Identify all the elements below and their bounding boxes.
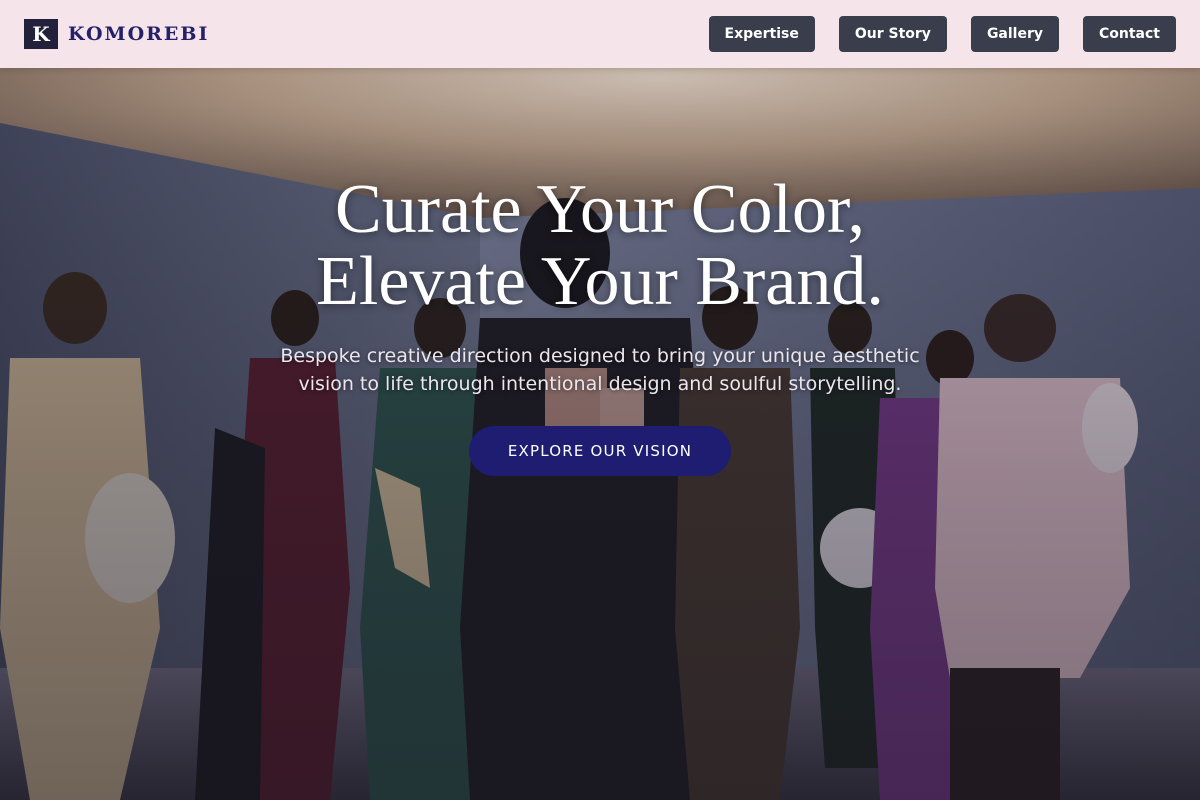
page: K KOMOREBI Expertise Our Story Gallery C… [0, 0, 1200, 800]
hero-subtitle: Bespoke creative direction designed to b… [280, 345, 920, 395]
brand-name: KOMOREBI [68, 23, 210, 45]
hero-headline: Curate Your Color, Elevate Your Brand. [0, 174, 1200, 318]
hero-headline-line-1: Curate Your Color, [335, 171, 865, 248]
brand-mark: K [24, 19, 58, 49]
nav-links: Expertise Our Story Gallery Contact [708, 16, 1176, 52]
brand-logo-link[interactable]: K KOMOREBI [24, 19, 209, 49]
hero-content: Curate Your Color, Elevate Your Brand. B… [0, 174, 1200, 476]
nav-our-story-button[interactable]: Our Story [838, 16, 947, 52]
nav-contact-button[interactable]: Contact [1083, 16, 1176, 52]
nav-gallery-button[interactable]: Gallery [970, 16, 1059, 52]
hero-headline-line-2: Elevate Your Brand. [316, 243, 884, 320]
top-navbar: K KOMOREBI Expertise Our Story Gallery C… [0, 0, 1200, 68]
explore-vision-button[interactable]: EXPLORE OUR VISION [469, 426, 731, 476]
nav-expertise-button[interactable]: Expertise [708, 16, 815, 52]
